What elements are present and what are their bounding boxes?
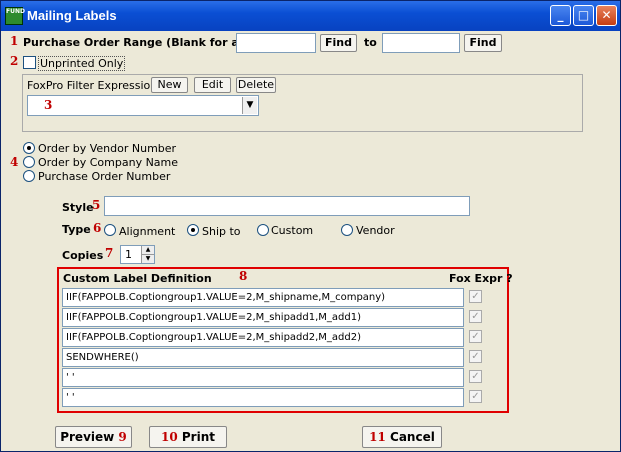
type-label: Type bbox=[62, 223, 91, 236]
type-shipto-label[interactable]: Ship to bbox=[202, 225, 241, 238]
filter-edit-button[interactable]: Edit bbox=[194, 77, 231, 93]
unprinted-only-label[interactable]: Unprinted Only bbox=[38, 56, 126, 71]
title-bar[interactable]: FUND Mailing Labels _ □ ✕ bbox=[1, 1, 620, 31]
filter-label: FoxPro Filter Expression bbox=[27, 79, 158, 92]
custom-def-row-3[interactable]: IIF(FAPPOLB.Coptiongroup1.VALUE=2,M_ship… bbox=[62, 328, 464, 347]
order-company-radio[interactable] bbox=[23, 156, 35, 168]
cancel-button[interactable]: 11 Cancel bbox=[362, 426, 442, 448]
unprinted-only-checkbox[interactable] bbox=[23, 56, 36, 69]
po-range-label: Purchase Order Range (Blank for all) bbox=[23, 36, 252, 49]
order-po-radio[interactable] bbox=[23, 170, 35, 182]
step-number-10: 10 bbox=[161, 430, 178, 444]
type-custom-label[interactable]: Custom bbox=[271, 224, 313, 237]
filter-expression-combo[interactable]: 3 ▼ bbox=[27, 95, 259, 116]
order-po-label[interactable]: Purchase Order Number bbox=[38, 170, 170, 183]
step-number-2: 2 bbox=[10, 54, 19, 68]
mailing-labels-window: FUND Mailing Labels _ □ ✕ 1 Purchase Ord… bbox=[0, 0, 621, 452]
step-number-6: 6 bbox=[93, 221, 102, 235]
spin-down-icon[interactable]: ▼ bbox=[141, 254, 154, 263]
chevron-down-icon[interactable]: ▼ bbox=[242, 97, 257, 114]
type-vendor-label[interactable]: Vendor bbox=[356, 224, 395, 237]
step-number-9: 9 bbox=[118, 430, 127, 444]
po-from-input[interactable] bbox=[236, 33, 316, 53]
close-button[interactable]: ✕ bbox=[596, 5, 617, 26]
custom-def-row-1[interactable]: IIF(FAPPOLB.Coptiongroup1.VALUE=2,M_ship… bbox=[62, 288, 464, 307]
filter-group: FoxPro Filter Expression New Edit Delete… bbox=[22, 74, 583, 132]
preview-button[interactable]: Preview 9 bbox=[55, 426, 132, 448]
print-button-label: Print bbox=[181, 430, 215, 444]
type-alignment-radio[interactable] bbox=[104, 224, 116, 236]
cancel-button-label: Cancel bbox=[390, 430, 435, 444]
to-label: to bbox=[364, 36, 377, 49]
app-icon: FUND bbox=[5, 7, 25, 25]
order-vendor-radio[interactable] bbox=[23, 142, 35, 154]
fox-expr-checkbox-5: ✓ bbox=[469, 370, 482, 383]
custom-def-row-5[interactable]: ' ' bbox=[62, 368, 464, 387]
minimize-button[interactable]: _ bbox=[550, 5, 571, 26]
custom-def-row-2[interactable]: IIF(FAPPOLB.Coptiongroup1.VALUE=2,M_ship… bbox=[62, 308, 464, 327]
fox-expr-checkbox-2: ✓ bbox=[469, 310, 482, 323]
copies-value: 1 bbox=[125, 248, 132, 261]
copies-label: Copies bbox=[62, 249, 104, 262]
step-number-5: 5 bbox=[92, 198, 101, 212]
fox-expr-checkbox-3: ✓ bbox=[469, 330, 482, 343]
print-button[interactable]: 10 Print bbox=[149, 426, 227, 448]
step-number-1: 1 bbox=[10, 34, 19, 48]
step-number-11: 11 bbox=[369, 430, 386, 444]
custom-label-definition-label: Custom Label Definition bbox=[63, 272, 212, 285]
find-to-button[interactable]: Find bbox=[464, 34, 502, 52]
fox-expr-checkbox-4: ✓ bbox=[469, 350, 482, 363]
copies-spinner[interactable]: 1 ▲ ▼ bbox=[120, 245, 155, 264]
order-vendor-label[interactable]: Order by Vendor Number bbox=[38, 142, 176, 155]
maximize-button[interactable]: □ bbox=[573, 5, 594, 26]
type-alignment-label[interactable]: Alignment bbox=[119, 225, 175, 238]
filter-delete-button[interactable]: Delete bbox=[236, 77, 276, 93]
fox-expr-checkbox-1: ✓ bbox=[469, 290, 482, 303]
window-title: Mailing Labels bbox=[27, 8, 117, 23]
spin-up-icon[interactable]: ▲ bbox=[141, 246, 154, 254]
filter-new-button[interactable]: New bbox=[151, 77, 188, 93]
po-to-input[interactable] bbox=[382, 33, 460, 53]
order-company-label[interactable]: Order by Company Name bbox=[38, 156, 178, 169]
step-number-8: 8 bbox=[239, 269, 248, 283]
custom-def-row-4[interactable]: SENDWHERE() bbox=[62, 348, 464, 367]
style-label: Style bbox=[62, 201, 94, 214]
fox-expr-checkbox-6: ✓ bbox=[469, 390, 482, 403]
type-custom-radio[interactable] bbox=[257, 224, 269, 236]
step-number-4: 4 bbox=[10, 155, 19, 169]
style-combo[interactable] bbox=[104, 196, 470, 216]
preview-button-label: Preview bbox=[60, 430, 115, 444]
step-number-3: 3 bbox=[44, 98, 53, 112]
type-vendor-radio[interactable] bbox=[341, 224, 353, 236]
find-from-button[interactable]: Find bbox=[320, 34, 357, 52]
type-shipto-radio[interactable] bbox=[187, 224, 199, 236]
custom-def-row-6[interactable]: ' ' bbox=[62, 388, 464, 407]
fox-expr-label: Fox Expr ? bbox=[449, 272, 513, 285]
step-number-7: 7 bbox=[105, 246, 114, 260]
